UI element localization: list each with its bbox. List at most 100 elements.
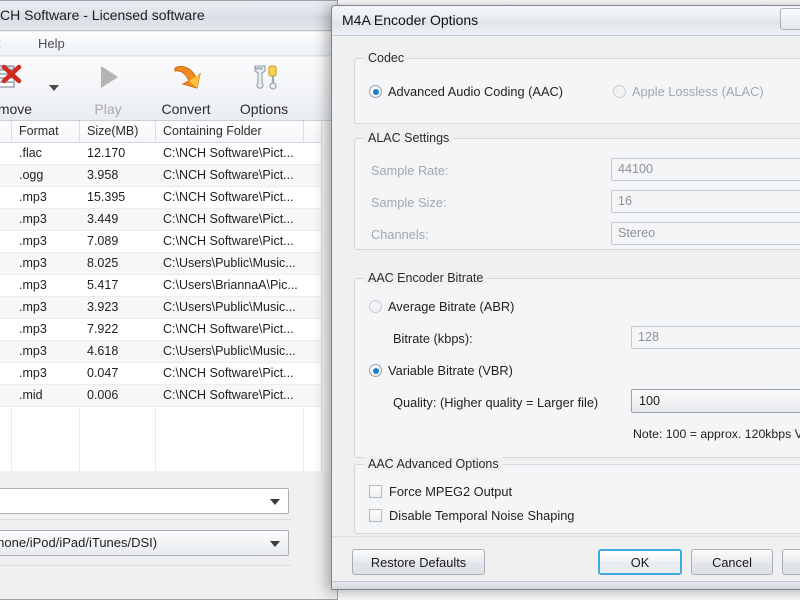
toolbar-button-options[interactable]: Options (221, 59, 307, 119)
sample-rate-field[interactable]: 44100 (611, 158, 800, 181)
channels-field[interactable]: Stereo (611, 222, 800, 245)
cell-size: 0.047 (87, 366, 119, 380)
play-icon (92, 62, 124, 92)
cell-folder: C:\NCH Software\Pict... (163, 212, 294, 226)
bottom-panel: :\ m4a(iPhone/iPod/iPad/iTunes/DSI) (0, 471, 337, 599)
label-sample-size: Sample Size: (371, 195, 447, 210)
menu-item-help[interactable]: Help (33, 35, 70, 52)
output-folder-combo[interactable]: :\ (0, 488, 289, 514)
radio-button-icon[interactable] (369, 300, 382, 313)
menu-item-edit[interactable]: Edit (0, 35, 5, 52)
cell-size: 4.618 (87, 344, 119, 358)
table-row[interactable]: Flaxe... .mp3 3.923 C:\Users\Public\Music..… (0, 297, 337, 319)
radio-button-icon[interactable] (613, 85, 626, 98)
cell-size: 8.025 (87, 256, 119, 270)
cell-name: Flaxe... (0, 300, 11, 314)
chevron-down-icon[interactable] (49, 85, 59, 91)
cell-format: .flac (19, 146, 42, 160)
radio-button-icon[interactable] (369, 364, 382, 377)
cell-size: 15.395 (87, 190, 126, 204)
table-row[interactable]: .mid 0.006 C:\NCH Software\Pict... (0, 385, 337, 407)
sample-size-value: 16 (618, 194, 633, 208)
window-close-icon[interactable] (780, 8, 800, 30)
advanced-group-title: AAC Advanced Options (364, 457, 503, 471)
cell-folder: C:\NCH Software\Pict... (163, 366, 294, 380)
cell-size: 3.923 (87, 300, 119, 314)
bitrate-kbps-field[interactable]: 128 (631, 326, 800, 349)
table-row[interactable]: Its_... .mp3 7.922 C:\NCH Software\Pict... (0, 319, 337, 341)
cell-format: .mp3 (19, 212, 47, 226)
cell-format: .mp3 (19, 190, 47, 204)
bitrate-group-title: AAC Encoder Bitrate (364, 271, 488, 285)
restore-defaults-button[interactable]: Restore Defaults (352, 549, 485, 575)
sample-rate-value: 44100 (618, 162, 654, 176)
cell-size: 5.417 (87, 278, 119, 292)
aac-bitrate-groupbox: AAC Encoder Bitrate Average Bitrate (ABR… (354, 271, 800, 458)
table-row[interactable]: aniel_... .mp3 0.047 C:\NCH Software\Pict..… (0, 363, 337, 385)
toolbar-label-convert: Convert (161, 101, 211, 117)
radio-label-alac: Apple Lossless (ALAC) (632, 84, 764, 99)
quality-note: Note: 100 = approx. 120kbps V (633, 427, 800, 441)
remove-icon (0, 62, 22, 92)
cell-size: 7.922 (87, 322, 119, 336)
chevron-down-icon[interactable] (270, 499, 280, 505)
column-divider (155, 121, 156, 143)
divider (0, 565, 291, 566)
cell-folder: C:\Users\BriannaA\Pic... (163, 278, 298, 292)
file-list-header: vert Format Size(MB) Containing Folder (0, 121, 337, 143)
m4a-encoder-options-dialog: M4A Encoder Options Codec Advanced Audio… (331, 5, 800, 590)
table-row[interactable]: y .flac 12.170 C:\NCH Software\Pict... (0, 143, 337, 165)
toolbar-button-convert[interactable]: Convert (143, 59, 229, 119)
cell-name: n_-_0... (0, 234, 11, 248)
divider (0, 519, 291, 520)
table-row[interactable]: 01_-_... .mp3 5.417 C:\Users\BriannaA\Pic..… (0, 275, 337, 297)
cell-name: aniel_... (0, 366, 11, 380)
column-divider (303, 121, 304, 143)
cell-format: .mp3 (19, 322, 47, 336)
cell-size: 0.006 (87, 388, 119, 402)
table-row[interactable]: n_-_0... .mp3 7.089 C:\NCH Software\Pict... (0, 231, 337, 253)
cell-name: 01_-_... (0, 278, 11, 292)
help-button[interactable] (782, 549, 800, 575)
cell-folder: C:\Users\Public\Music... (163, 256, 296, 270)
dialog-titlebar[interactable]: M4A Encoder Options (332, 6, 800, 36)
quality-field[interactable]: 100 (631, 389, 800, 413)
cell-size: 3.449 (87, 212, 119, 226)
checkbox-icon[interactable] (369, 509, 382, 522)
convert-icon (170, 62, 202, 92)
cell-format: .mp3 (19, 278, 47, 292)
output-format-combo[interactable]: m4a(iPhone/iPod/iPad/iTunes/DSI) (0, 530, 289, 556)
cell-format: .mp3 (19, 234, 47, 248)
codec-groupbox: Codec Advanced Audio Coding (AAC) Apple … (354, 51, 800, 124)
table-row[interactable]: cha_... .mp3 15.395 C:\NCH Software\Pict... (0, 187, 337, 209)
radio-label-vbr: Variable Bitrate (VBR) (388, 363, 513, 378)
toolbar-button-remove[interactable]: Remove (0, 59, 49, 119)
column-header-size[interactable]: Size(MB) (87, 124, 138, 138)
column-header-folder[interactable]: Containing Folder (163, 124, 262, 138)
table-row[interactable]: y (2) .ogg 3.958 C:\NCH Software\Pict... (0, 165, 337, 187)
sample-size-field[interactable]: 16 (611, 190, 800, 213)
cell-size: 7.089 (87, 234, 119, 248)
column-header-format[interactable]: Format (19, 124, 59, 138)
checkbox-icon[interactable] (369, 485, 382, 498)
chevron-down-icon[interactable] (270, 541, 280, 547)
cancel-label: Cancel (712, 555, 752, 570)
radio-button-icon[interactable] (369, 85, 382, 98)
table-row[interactable]: .mp3 4.618 C:\Users\Public\Music... (0, 341, 337, 363)
dialog-body: Codec Advanced Audio Coding (AAC) Apple … (332, 36, 800, 589)
cell-format: .mp3 (19, 344, 47, 358)
ok-button[interactable]: OK (598, 549, 682, 575)
column-divider (11, 121, 12, 143)
cell-name: cha_... (0, 190, 11, 204)
label-bitrate-kbps: Bitrate (kbps): (393, 331, 473, 346)
cell-name: Its_... (0, 322, 11, 336)
cell-folder: C:\NCH Software\Pict... (163, 234, 294, 248)
column-header-convert[interactable]: vert (0, 124, 11, 138)
file-list-table[interactable]: vert Format Size(MB) Containing Folder y… (0, 121, 337, 471)
aac-advanced-groupbox: AAC Advanced Options Force MPEG2 Output … (354, 457, 800, 534)
toolbar-button-play[interactable]: Play (65, 59, 151, 119)
table-row[interactable]: 1_-_... .mp3 3.449 C:\NCH Software\Pict... (0, 209, 337, 231)
main-window: y NCH Software - Licensed software Edit … (0, 0, 338, 600)
cancel-button[interactable]: Cancel (691, 549, 773, 575)
table-row[interactable]: .mp3 8.025 C:\Users\Public\Music... (0, 253, 337, 275)
